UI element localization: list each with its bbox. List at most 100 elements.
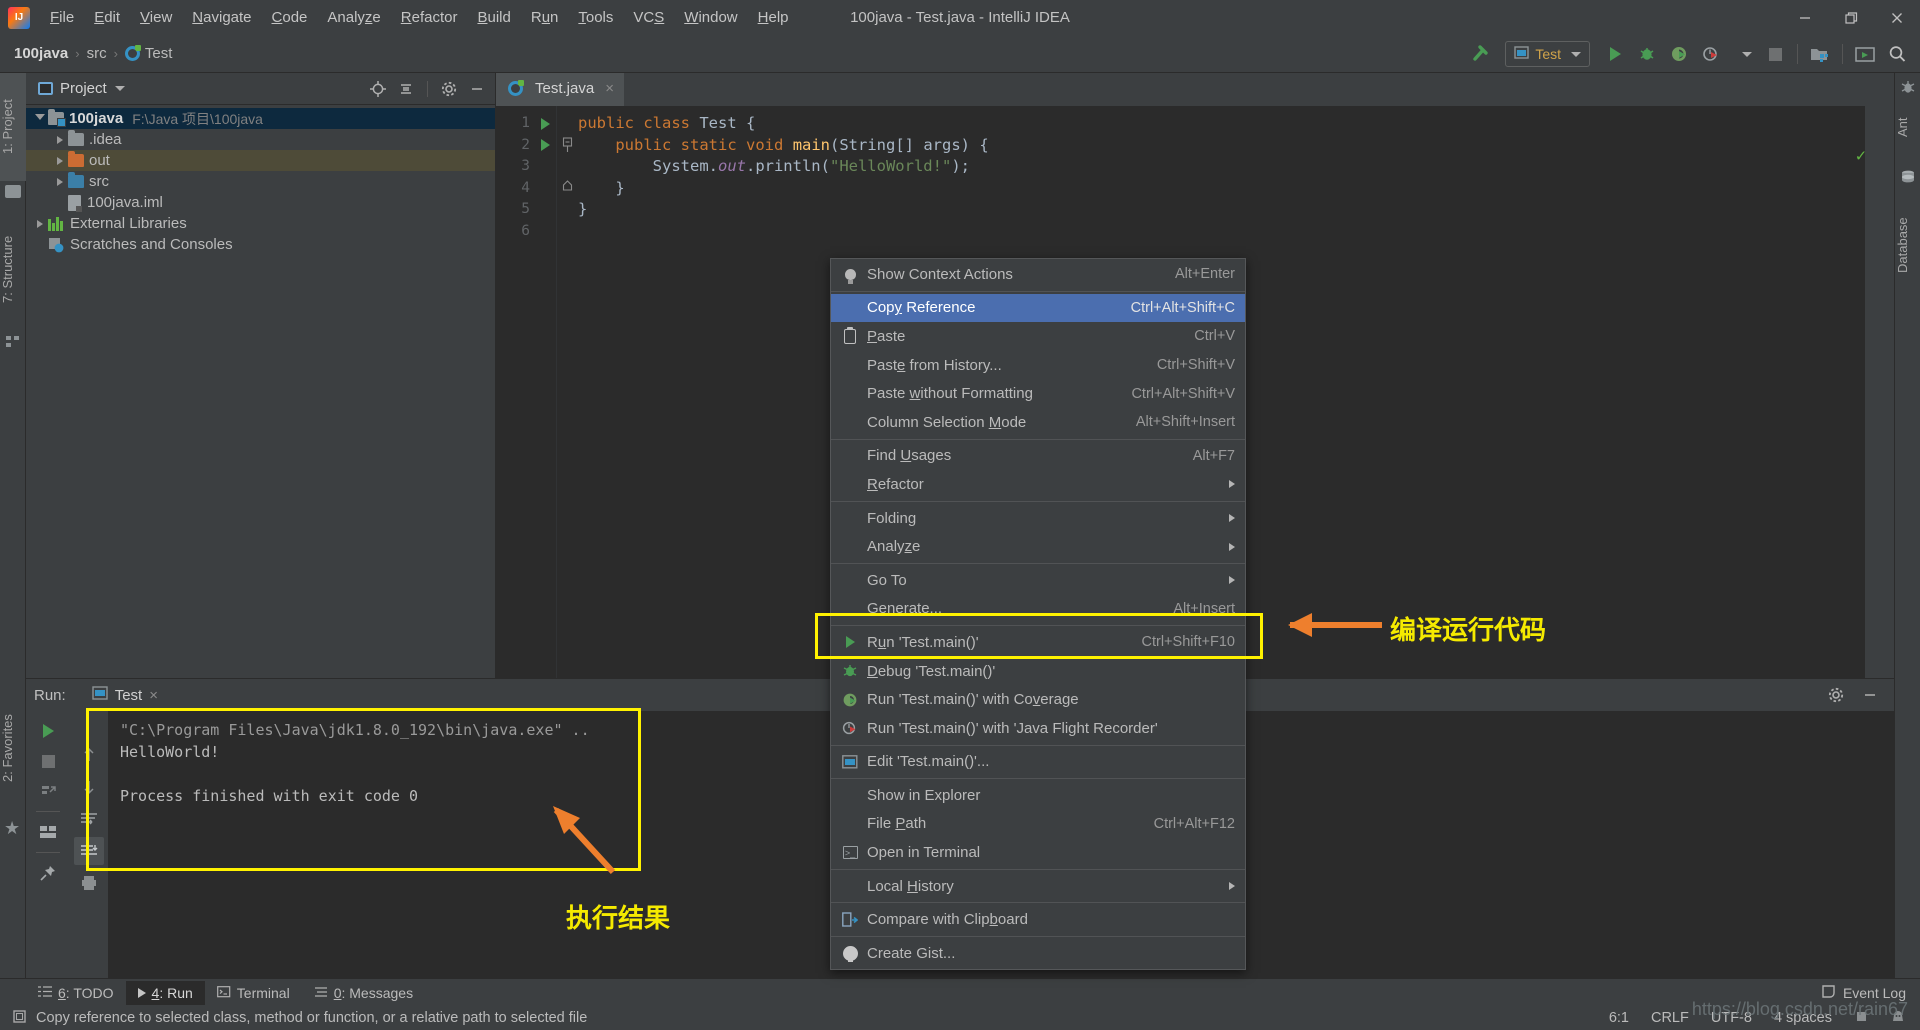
- project-structure-button[interactable]: [1805, 39, 1835, 69]
- tree-node-external-libraries[interactable]: External Libraries: [26, 213, 495, 234]
- chevron-right-icon[interactable]: [52, 153, 68, 169]
- print-button[interactable]: [74, 869, 104, 897]
- rerun-button[interactable]: [33, 717, 63, 745]
- run-gutter-icon[interactable]: [534, 139, 556, 152]
- editor-scrollbar[interactable]: [1865, 106, 1878, 678]
- breadcrumb-project[interactable]: 100java: [14, 45, 68, 62]
- close-run-tab-icon[interactable]: ×: [149, 687, 158, 704]
- chevron-right-icon[interactable]: [52, 132, 68, 148]
- chevron-right-icon[interactable]: [52, 174, 68, 190]
- profiler-button[interactable]: [1696, 39, 1726, 69]
- menu-item-build[interactable]: Build: [467, 5, 520, 30]
- context-menu-item-debug-test-main[interactable]: Debug 'Test.main()': [831, 657, 1245, 686]
- run-configuration-selector[interactable]: Test: [1505, 41, 1590, 67]
- context-menu-item-analyze[interactable]: Analyze: [831, 532, 1245, 561]
- context-menu-item-local-history[interactable]: Local History: [831, 872, 1245, 901]
- menu-item-refactor[interactable]: Refactor: [391, 5, 468, 30]
- menu-item-analyze[interactable]: Analyze: [317, 5, 390, 30]
- sidebar-tab-database[interactable]: Database: [1895, 189, 1920, 301]
- context-menu-item-edit-test-main[interactable]: Edit 'Test.main()'...: [831, 748, 1245, 777]
- context-menu-item-file-path[interactable]: File Path Ctrl+Alt+F12: [831, 810, 1245, 839]
- tree-node-label: Scratches and Consoles: [70, 236, 233, 253]
- context-menu-item-show-context-actions[interactable]: Show Context Actions Alt+Enter: [831, 260, 1245, 289]
- close-tab-icon[interactable]: ×: [605, 80, 614, 97]
- context-menu-item-find-usages[interactable]: Find Usages Alt+F7: [831, 442, 1245, 471]
- editor-tab-test-java[interactable]: Test.java ×: [496, 73, 624, 106]
- run-with-coverage-button[interactable]: [1664, 39, 1694, 69]
- context-menu-item-paste-without-formatting[interactable]: Paste without Formatting Ctrl+Alt+Shift+V: [831, 379, 1245, 408]
- chevron-down-icon[interactable]: [114, 86, 125, 91]
- pin-tab-button[interactable]: [33, 859, 63, 887]
- context-menu-item-compare-with-clipboard[interactable]: Compare with Clipboard: [831, 905, 1245, 934]
- tree-node-100java[interactable]: 100java F:\Java 项目\100java: [26, 108, 495, 129]
- locate-file-button[interactable]: [366, 77, 390, 101]
- run-tab-test[interactable]: Test ×: [91, 686, 158, 704]
- settings-gear-icon[interactable]: [437, 77, 461, 101]
- breadcrumb-src[interactable]: src: [87, 45, 107, 62]
- line-separator[interactable]: CRLF: [1651, 1010, 1689, 1026]
- menu-item-code[interactable]: Code: [262, 5, 318, 30]
- stop-button[interactable]: [1760, 39, 1790, 69]
- tree-node-label: 100java: [69, 110, 124, 127]
- context-menu-item-copy-reference[interactable]: Copy Reference Ctrl+Alt+Shift+C: [831, 293, 1245, 323]
- sidebar-tab-structure[interactable]: 7: Structure: [0, 208, 26, 330]
- profiler-dropdown-icon[interactable]: [1728, 39, 1758, 69]
- menu-item-navigate[interactable]: Navigate: [182, 5, 261, 30]
- sidebar-tab-project[interactable]: 1: Project: [0, 73, 26, 181]
- context-menu-item-show-in-explorer[interactable]: Show in Explorer: [831, 781, 1245, 810]
- context-menu-item-label: Edit 'Test.main()'...: [867, 753, 990, 771]
- bottom-tab-4-run[interactable]: 4: Run: [125, 980, 205, 1005]
- context-menu-item-run-test-main-with-coverage[interactable]: Run 'Test.main()' with Coverage: [831, 685, 1245, 714]
- context-menu-item-paste-from-history[interactable]: Paste from History... Ctrl+Shift+V: [831, 351, 1245, 380]
- breadcrumb-file[interactable]: Test: [124, 45, 172, 62]
- menu-item-window[interactable]: Window: [674, 5, 747, 30]
- menu-item-vcs[interactable]: VCS: [623, 5, 674, 30]
- menu-item-run[interactable]: Run: [521, 5, 569, 30]
- hide-panel-button[interactable]: [1858, 683, 1882, 707]
- chevron-down-icon[interactable]: [32, 111, 48, 127]
- bottom-tab-0-messages[interactable]: 0: Messages: [302, 981, 425, 1005]
- maximize-restore-button[interactable]: [1828, 0, 1874, 35]
- minimize-button[interactable]: [1782, 0, 1828, 35]
- search-everywhere-button[interactable]: [1882, 39, 1912, 69]
- menu-item-edit[interactable]: Edit: [84, 5, 130, 30]
- bottom-tab-6-todo[interactable]: 6: TODO: [26, 981, 126, 1005]
- tree-node-scratches-and-consoles[interactable]: Scratches and Consoles: [26, 234, 495, 255]
- sidebar-tab-favorites[interactable]: 2: Favorites: [0, 683, 26, 813]
- debug-button[interactable]: [1632, 39, 1662, 69]
- close-button[interactable]: [1874, 0, 1920, 35]
- code-fold-icon[interactable]: [556, 180, 578, 196]
- context-menu-item-refactor[interactable]: Refactor: [831, 470, 1245, 499]
- context-menu-item-folding[interactable]: Folding: [831, 504, 1245, 533]
- settings-gear-icon[interactable]: [1824, 683, 1848, 707]
- updates-button[interactable]: [1850, 39, 1880, 69]
- context-menu-item-create-gist[interactable]: Create Gist...: [831, 939, 1245, 968]
- context-menu-item-go-to[interactable]: Go To: [831, 566, 1245, 595]
- bottom-tab-label: Terminal: [236, 984, 290, 1001]
- tree-node-100java-iml[interactable]: 100java.iml: [26, 192, 495, 213]
- chevron-right-icon[interactable]: [32, 216, 48, 232]
- menu-item-tools[interactable]: Tools: [568, 5, 623, 30]
- layout-settings-button[interactable]: [33, 818, 63, 846]
- menu-item-help[interactable]: Help: [748, 5, 799, 30]
- code-fold-icon[interactable]: [556, 137, 578, 153]
- context-menu-item-column-selection-mode[interactable]: Column Selection Mode Alt+Shift+Insert: [831, 408, 1245, 437]
- tree-node-out[interactable]: out: [26, 150, 495, 171]
- hide-panel-button[interactable]: [465, 77, 489, 101]
- context-menu-item-open-in-terminal[interactable]: >_ Open in Terminal: [831, 838, 1245, 867]
- tree-node--idea[interactable]: .idea: [26, 129, 495, 150]
- context-menu-item-paste[interactable]: Paste Ctrl+V: [831, 322, 1245, 351]
- dump-threads-button[interactable]: [33, 777, 63, 805]
- run-gutter-icon[interactable]: [534, 117, 556, 130]
- build-hammer-icon[interactable]: [1465, 39, 1495, 69]
- bottom-tab-terminal[interactable]: Terminal: [205, 981, 302, 1005]
- caret-position[interactable]: 6:1: [1609, 1010, 1629, 1026]
- menu-item-file[interactable]: File: [40, 5, 84, 30]
- sidebar-tab-ant[interactable]: Ant: [1895, 99, 1920, 155]
- run-button[interactable]: [1600, 39, 1630, 69]
- menu-item-view[interactable]: View: [130, 5, 182, 30]
- collapse-all-button[interactable]: [394, 77, 418, 101]
- context-menu-item-run-test-main-with-java-flight-recorder[interactable]: Run 'Test.main()' with 'Java Flight Reco…: [831, 714, 1245, 743]
- tree-node-src[interactable]: src: [26, 171, 495, 192]
- stop-button[interactable]: [33, 747, 63, 775]
